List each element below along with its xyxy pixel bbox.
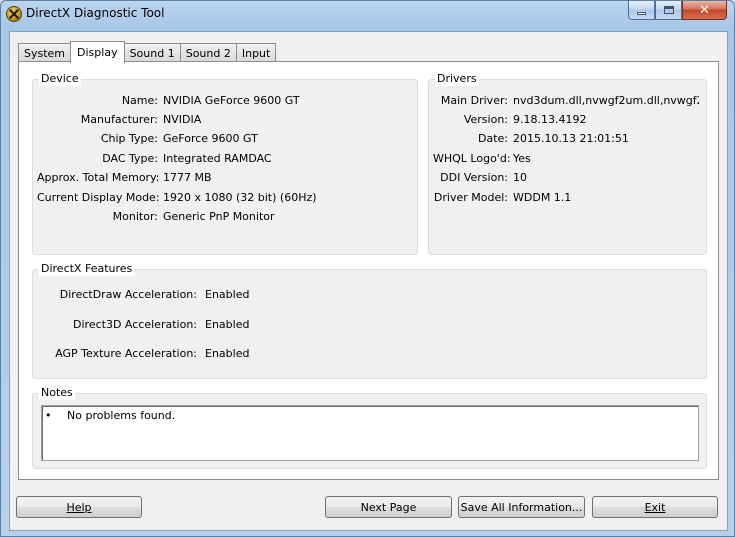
save-all-information-button[interactable]: Save All Information... (458, 496, 585, 518)
next-page-button-label: Next Page (360, 500, 417, 514)
display-tab-panel: Device Name: NVIDIA GeForce 9600 GT Manu… (18, 61, 719, 480)
device-dac-type-label: DAC Type: (102, 152, 158, 165)
agp-texture-value: Enabled (205, 347, 250, 360)
device-dac-type-row: DAC Type: Integrated RAMDAC (37, 152, 272, 166)
client-area: System Display Sound 1 Sound 2 Input Dev… (9, 31, 728, 531)
exit-button[interactable]: Exit (592, 496, 718, 518)
device-monitor-label: Monitor: (112, 210, 158, 223)
dxdiag-window: DirectX Diagnostic Tool ✕ System Display… (0, 0, 735, 537)
device-display-mode-row: Current Display Mode: 1920 x 1080 (32 bi… (37, 191, 317, 205)
tab-display[interactable]: Display (70, 41, 125, 63)
driver-version-label: Version: (463, 113, 508, 126)
driver-version-value: 9.18.13.4192 (513, 113, 587, 126)
device-display-mode-value: 1920 x 1080 (32 bit) (60Hz) (163, 191, 317, 204)
device-memory-label: Approx. Total Memory: (37, 171, 160, 184)
directdraw-row: DirectDraw Acceleration: Enabled (37, 288, 250, 302)
minimize-icon (637, 12, 646, 15)
driver-model-value: WDDM 1.1 (513, 191, 572, 204)
save-all-button-label: Save All Information... (460, 500, 583, 514)
title-bar[interactable]: DirectX Diagnostic Tool ✕ (1, 1, 734, 27)
device-name-label: Name: (121, 94, 158, 107)
tab-sound-1[interactable]: Sound 1 (123, 43, 181, 62)
drivers-group-title: Drivers (435, 72, 479, 86)
device-chip-type-value: GeForce 9600 GT (163, 132, 258, 145)
device-group-title: Device (39, 72, 81, 86)
device-memory-value: 1777 MB (163, 171, 212, 184)
direct3d-label: Direct3D Acceleration: (73, 318, 197, 331)
device-monitor-row: Monitor: Generic PnP Monitor (37, 210, 275, 224)
help-button[interactable]: Help (16, 496, 142, 518)
maximize-icon (663, 6, 674, 14)
driver-ddi-row: DDI Version: 10 (433, 171, 527, 185)
device-chip-type-label: Chip Type: (100, 132, 158, 145)
features-group-title: DirectX Features (39, 262, 135, 276)
driver-date-row: Date: 2015.10.13 21:01:51 (433, 132, 629, 146)
driver-whql-label: WHQL Logo'd: (433, 152, 511, 165)
close-button[interactable]: ✕ (682, 1, 727, 20)
maximize-button[interactable] (655, 1, 682, 20)
driver-main-label: Main Driver: (440, 94, 508, 107)
tab-strip: System Display Sound 1 Sound 2 Input (18, 41, 277, 63)
direct3d-value: Enabled (205, 318, 250, 331)
direct3d-row: Direct3D Acceleration: Enabled (37, 318, 249, 332)
window-title: DirectX Diagnostic Tool (26, 6, 165, 20)
exit-button-label: Exit (644, 500, 666, 514)
tab-input[interactable]: Input (235, 43, 277, 62)
driver-main-value: nvd3dum.dll,nvwgf2um.dll,nvwgf2um (513, 94, 699, 107)
device-name-value: NVIDIA GeForce 9600 GT (163, 94, 300, 107)
driver-model-label: Driver Model: (433, 191, 508, 204)
driver-whql-value: Yes (513, 152, 531, 165)
next-page-button[interactable]: Next Page (325, 496, 452, 518)
device-manufacturer-label: Manufacturer: (80, 113, 158, 126)
tab-sound-2[interactable]: Sound 2 (179, 43, 237, 62)
driver-date-value: 2015.10.13 21:01:51 (513, 132, 629, 145)
notes-textbox[interactable]: • No problems found. (41, 405, 699, 461)
device-name-row: Name: NVIDIA GeForce 9600 GT (37, 94, 300, 108)
directx-features-group: DirectX Features DirectDraw Acceleration… (32, 262, 707, 379)
device-group: Device Name: NVIDIA GeForce 9600 GT Manu… (32, 72, 418, 255)
driver-whql-row: WHQL Logo'd: Yes (433, 152, 531, 166)
note-text: No problems found. (67, 409, 176, 422)
device-manufacturer-row: Manufacturer: NVIDIA (37, 113, 201, 127)
help-button-label: Help (66, 500, 92, 514)
note-bullet: • (45, 409, 52, 422)
driver-ddi-label: DDI Version: (440, 171, 508, 184)
agp-texture-row: AGP Texture Acceleration: Enabled (37, 347, 249, 361)
directdraw-value: Enabled (205, 288, 250, 301)
driver-main-row: Main Driver: nvd3dum.dll,nvwgf2um.dll,nv… (433, 94, 704, 108)
device-monitor-value: Generic PnP Monitor (163, 210, 275, 223)
directx-app-icon (6, 6, 22, 22)
directdraw-label: DirectDraw Acceleration: (59, 288, 197, 301)
notes-group-title: Notes (39, 386, 75, 400)
close-icon: ✕ (699, 2, 710, 18)
device-dac-type-value: Integrated RAMDAC (163, 152, 272, 165)
note-item: • No problems found. (45, 409, 175, 422)
notes-group: Notes • No problems found. (32, 386, 707, 469)
driver-date-label: Date: (478, 132, 508, 145)
device-manufacturer-value: NVIDIA (163, 113, 202, 126)
minimize-button[interactable] (628, 1, 655, 20)
drivers-group: Drivers Main Driver: nvd3dum.dll,nvwgf2u… (428, 72, 707, 255)
driver-version-row: Version: 9.18.13.4192 (433, 113, 587, 127)
agp-texture-label: AGP Texture Acceleration: (55, 347, 197, 360)
driver-ddi-value: 10 (513, 171, 527, 184)
device-chip-type-row: Chip Type: GeForce 9600 GT (37, 132, 258, 146)
device-display-mode-label: Current Display Mode: (37, 191, 160, 204)
driver-model-row: Driver Model: WDDM 1.1 (433, 191, 571, 205)
tab-system[interactable]: System (18, 43, 72, 62)
device-memory-row: Approx. Total Memory: 1777 MB (37, 171, 212, 185)
